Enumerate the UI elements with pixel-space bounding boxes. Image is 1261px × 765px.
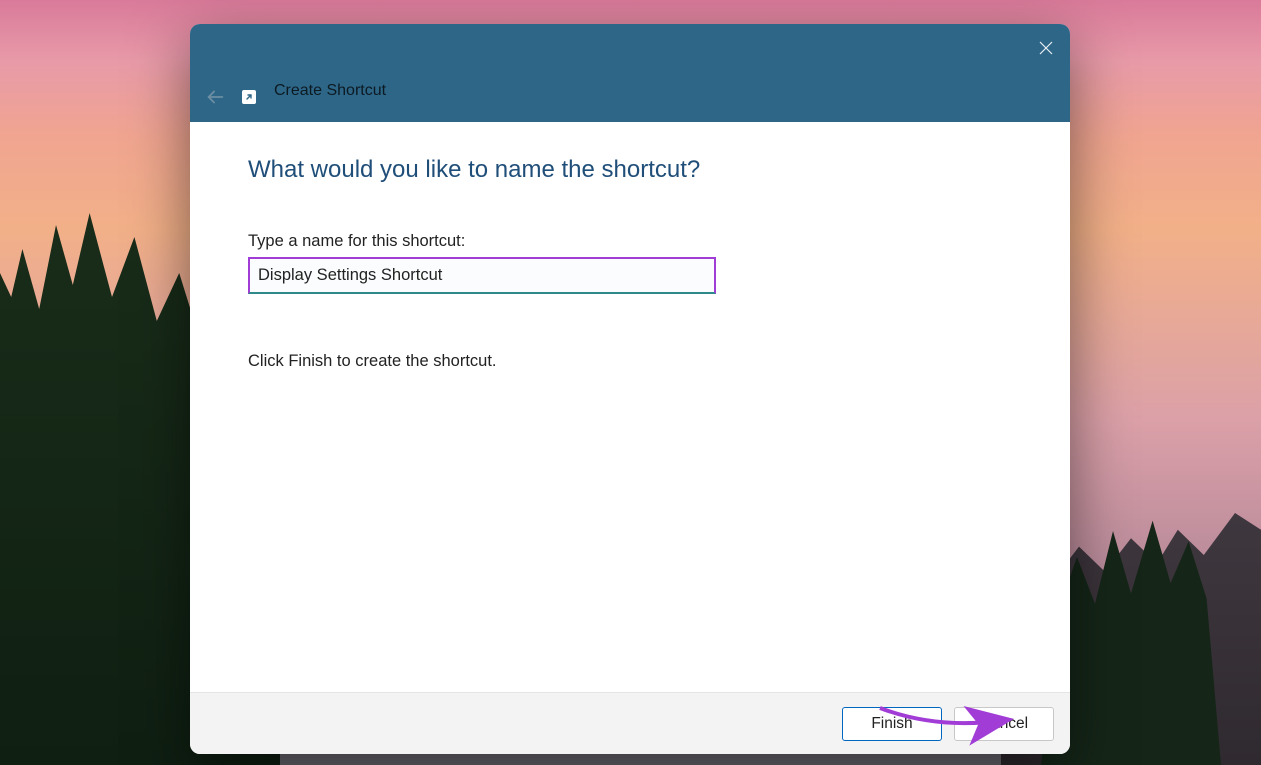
- dialog-instruction: Click Finish to create the shortcut.: [248, 352, 1012, 371]
- close-button[interactable]: [1022, 24, 1070, 72]
- shortcut-name-input[interactable]: [250, 259, 714, 292]
- dialog-content: What would you like to name the shortcut…: [190, 122, 1070, 692]
- shortcut-name-label: Type a name for this shortcut:: [248, 232, 1012, 251]
- dialog-heading: What would you like to name the shortcut…: [248, 156, 1012, 184]
- shortcut-name-input-highlight: [248, 257, 716, 294]
- cancel-button[interactable]: Cancel: [954, 707, 1054, 741]
- dialog-titlebar: Create Shortcut: [190, 24, 1070, 122]
- dialog-footer: Finish Cancel: [190, 692, 1070, 754]
- finish-button[interactable]: Finish: [842, 707, 942, 741]
- back-arrow-icon: [204, 86, 226, 108]
- create-shortcut-dialog: Create Shortcut What would you like to n…: [190, 24, 1070, 754]
- dialog-title: Create Shortcut: [274, 82, 386, 100]
- shortcut-overlay-icon: [242, 90, 256, 104]
